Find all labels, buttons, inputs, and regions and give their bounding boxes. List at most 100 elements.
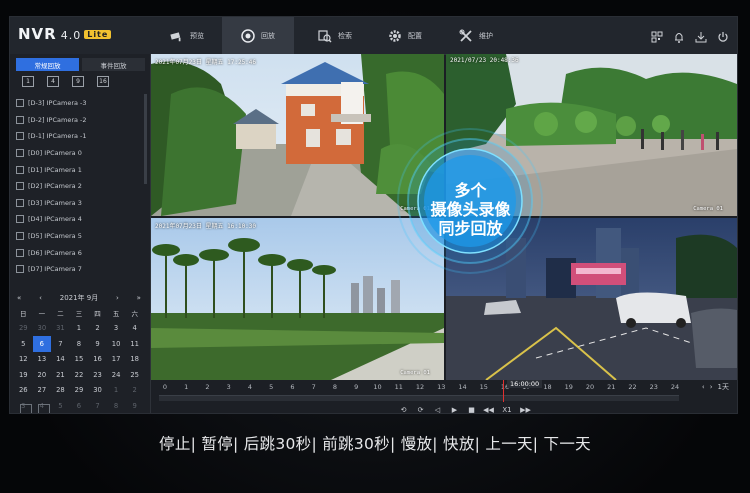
calendar-day[interactable]: 9 xyxy=(125,398,144,413)
calendar-day[interactable]: 26 xyxy=(14,383,33,399)
next-month-button[interactable]: › xyxy=(116,294,119,302)
calendar-day[interactable]: 5 xyxy=(14,336,33,352)
forward-30s-icon[interactable]: ⟳ xyxy=(416,405,425,414)
camera-list-scrollbar[interactable] xyxy=(144,94,147,184)
timeline-track[interactable] xyxy=(159,395,679,401)
nav-label: 配置 xyxy=(408,31,422,40)
slow-play-icon[interactable]: ◀◀ xyxy=(483,405,494,414)
camera-item[interactable]: [D2] IPCamera 2 xyxy=(16,178,142,195)
camera-item[interactable]: [D1] IPCamera 1 xyxy=(16,161,142,178)
nvr-window: NVR 4.0 Lite 预览 回放 检索 配置 维护 常规回放 事件回放 1 … xyxy=(9,16,738,414)
checkbox[interactable] xyxy=(16,215,24,224)
calendar-day[interactable]: 12 xyxy=(14,352,33,368)
calendar-day[interactable]: 2 xyxy=(125,383,144,399)
split-4-button[interactable]: 4 xyxy=(47,76,59,87)
calendar-day[interactable]: 21 xyxy=(51,367,70,383)
calendar-day[interactable]: 13 xyxy=(33,352,52,368)
checkbox[interactable] xyxy=(16,198,24,207)
calendar-day[interactable]: 10 xyxy=(107,336,126,352)
qr-code-icon[interactable] xyxy=(651,28,663,43)
nav-config[interactable]: 配置 xyxy=(373,17,437,54)
camera-item[interactable]: [D-2] IPCamera -2 xyxy=(16,112,142,129)
calendar-day[interactable]: 11 xyxy=(125,336,144,352)
rewind-30s-icon[interactable]: ⟲ xyxy=(399,405,408,414)
calendar-day[interactable]: 23 xyxy=(88,367,107,383)
nav-maintenance[interactable]: 维护 xyxy=(444,17,508,54)
checkbox[interactable] xyxy=(16,265,24,274)
calendar-day[interactable]: 3 xyxy=(107,321,126,337)
calendar-day[interactable]: 17 xyxy=(107,352,126,368)
checkbox[interactable] xyxy=(16,248,24,257)
calendar-day[interactable]: 29 xyxy=(14,321,33,337)
calendar-day[interactable]: 9 xyxy=(88,336,107,352)
stop-icon[interactable]: ■ xyxy=(467,405,476,414)
nav-search[interactable]: 检索 xyxy=(300,17,370,54)
calendar-day[interactable]: 30 xyxy=(88,383,107,399)
calendar-day[interactable]: 16 xyxy=(88,352,107,368)
nav-playback[interactable]: 回放 xyxy=(222,17,294,54)
checkbox[interactable] xyxy=(16,115,24,124)
prev-month-button[interactable]: ‹ xyxy=(39,294,42,302)
user-icon[interactable] xyxy=(20,404,32,413)
calendar-day[interactable]: 1 xyxy=(107,383,126,399)
calendar-day[interactable]: 24 xyxy=(107,367,126,383)
camera-item[interactable]: [D5] IPCamera 5 xyxy=(16,228,142,245)
calendar-day[interactable]: 29 xyxy=(70,383,89,399)
prev-year-button[interactable]: « xyxy=(17,294,21,302)
calendar-day[interactable]: 6 xyxy=(32,336,52,352)
download-icon[interactable] xyxy=(695,28,707,43)
bell-icon[interactable] xyxy=(673,28,685,43)
camera-item[interactable]: [D0] IPCamera 0 xyxy=(16,145,142,162)
camera-item[interactable]: [D3] IPCamera 3 xyxy=(16,195,142,212)
calendar-day[interactable]: 6 xyxy=(70,398,89,413)
camera-item[interactable]: [D-3] IPCamera -3 xyxy=(16,95,142,112)
zoom-out-icon[interactable]: ‹ xyxy=(702,383,705,391)
calendar-day[interactable]: 25 xyxy=(125,367,144,383)
calendar-day[interactable]: 1 xyxy=(70,321,89,337)
fullscreen-icon[interactable] xyxy=(720,406,730,413)
timeline-cursor[interactable] xyxy=(503,380,504,402)
calendar-day[interactable]: 19 xyxy=(14,367,33,383)
calendar-day[interactable]: 7 xyxy=(51,336,70,352)
hour-tick-label: 15 xyxy=(479,383,488,391)
tab-event-playback[interactable]: 事件回放 xyxy=(82,58,145,71)
reverse-play-icon[interactable]: ◁ xyxy=(433,405,442,414)
play-icon[interactable]: ▶ xyxy=(450,405,459,414)
split-16-button[interactable]: 16 xyxy=(97,76,109,87)
zoom-in-icon[interactable]: › xyxy=(710,383,713,391)
checkbox[interactable] xyxy=(16,165,24,174)
calendar-day[interactable]: 14 xyxy=(51,352,70,368)
calendar-day[interactable]: 28 xyxy=(51,383,70,399)
calendar-day[interactable]: 4 xyxy=(125,321,144,337)
calendar-day[interactable]: 27 xyxy=(33,383,52,399)
camera-item[interactable]: [D7] IPCamera 7 xyxy=(16,261,142,278)
checkbox[interactable] xyxy=(16,132,24,141)
checkbox[interactable] xyxy=(16,182,24,191)
calendar-day[interactable]: 22 xyxy=(70,367,89,383)
nav-preview[interactable]: 预览 xyxy=(155,17,219,54)
power-icon[interactable] xyxy=(717,28,729,42)
next-year-button[interactable]: » xyxy=(137,294,141,302)
calendar-day[interactable]: 15 xyxy=(70,352,89,368)
calendar-day[interactable]: 2 xyxy=(88,321,107,337)
tab-normal-playback[interactable]: 常规回放 xyxy=(16,58,79,71)
calendar-day[interactable]: 5 xyxy=(51,398,70,413)
calendar-day[interactable]: 31 xyxy=(51,321,70,337)
checkbox[interactable] xyxy=(16,99,24,108)
split-1-button[interactable]: 1 xyxy=(22,76,34,87)
camera-item[interactable]: [D4] IPCamera 4 xyxy=(16,211,142,228)
fast-forward-icon[interactable]: ▶▶ xyxy=(520,405,531,414)
camera-item[interactable]: [D6] IPCamera 6 xyxy=(16,244,142,261)
split-9-button[interactable]: 9 xyxy=(72,76,84,87)
calendar-day[interactable]: 30 xyxy=(33,321,52,337)
calendar-day[interactable]: 18 xyxy=(125,352,144,368)
checkbox[interactable] xyxy=(16,232,24,241)
print-icon[interactable] xyxy=(38,404,50,413)
calendar-day[interactable]: 7 xyxy=(88,398,107,413)
camera-item[interactable]: [D-1] IPCamera -1 xyxy=(16,128,142,145)
checkbox[interactable] xyxy=(16,149,24,158)
calendar-day[interactable]: 20 xyxy=(33,367,52,383)
calendar-day[interactable]: 8 xyxy=(107,398,126,413)
zoom-level[interactable]: 1天 xyxy=(718,382,729,392)
calendar-day[interactable]: 8 xyxy=(70,336,89,352)
